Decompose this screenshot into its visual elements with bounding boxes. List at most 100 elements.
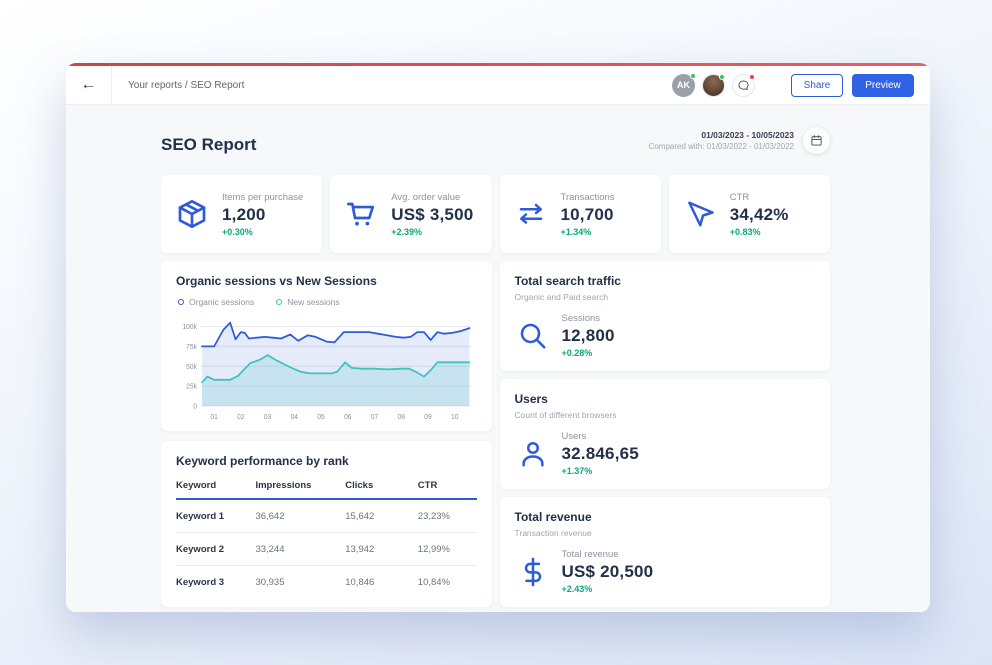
legend-label: New sessions [287, 297, 339, 307]
date-range-block: 01/03/2023 - 10/05/2023 Compared with: 0… [649, 127, 830, 154]
report-content: SEO Report 01/03/2023 - 10/05/2023 Compa… [66, 105, 930, 612]
kpi-label: Items per purchase [222, 192, 303, 203]
kpi-delta: +0.83% [730, 227, 789, 237]
back-button[interactable]: ← [66, 66, 112, 104]
svg-text:25k: 25k [186, 384, 197, 391]
svg-text:01: 01 [210, 414, 218, 421]
kpi-label: CTR [730, 192, 789, 203]
table-title: Keyword performance by rank [176, 454, 477, 468]
date-range: 01/03/2023 - 10/05/2023 [649, 130, 794, 140]
date-compared-with: Compared with: 01/03/2022 - 01/03/2022 [649, 142, 794, 151]
right-column: Total search traffic Organic and Paid se… [500, 261, 831, 607]
report-window: ← Your reports / SEO Report AK Share Pre… [66, 63, 930, 612]
users-card[interactable]: Users Count of different browsers Users … [500, 379, 831, 489]
user-icon [518, 439, 548, 469]
svg-text:07: 07 [371, 414, 379, 421]
kpi-card-items-per-purchase[interactable]: Items per purchase 1,200 +0.30% [161, 175, 322, 253]
metric-title: Total search traffic [515, 274, 816, 288]
preview-button[interactable]: Preview [852, 74, 914, 97]
online-status-dot [690, 73, 696, 79]
legend-dot-organic [178, 299, 184, 305]
user-avatar-ak[interactable]: AK [672, 74, 695, 97]
svg-text:100k: 100k [182, 324, 197, 331]
total-search-traffic-card[interactable]: Total search traffic Organic and Paid se… [500, 261, 831, 371]
topbar: ← Your reports / SEO Report AK Share Pre… [66, 66, 930, 105]
total-revenue-card[interactable]: Total revenue Transaction revenue Total … [500, 497, 831, 607]
user-avatar-photo[interactable] [702, 74, 725, 97]
metric-label: Total revenue [562, 549, 654, 560]
cursor-icon [685, 199, 715, 229]
legend-item-new[interactable]: New sessions [276, 297, 339, 307]
kpi-card-avg-order-value[interactable]: Avg. order value US$ 3,500 +2.39% [330, 175, 491, 253]
metric-delta: +1.37% [562, 466, 639, 476]
svg-text:05: 05 [317, 414, 325, 421]
cell-keyword: Keyword 3 [176, 577, 255, 588]
kpi-card-ctr[interactable]: CTR 34,42% +0.83% [669, 175, 830, 253]
comments-button[interactable] [732, 74, 755, 97]
chart-title: Organic sessions vs New Sessions [176, 274, 477, 288]
col-header-clicks: Clicks [345, 480, 418, 491]
cell-impressions: 33,244 [255, 544, 345, 555]
online-status-dot [719, 74, 725, 80]
svg-text:10: 10 [451, 414, 459, 421]
cell-ctr: 10,84% [418, 577, 477, 588]
kpi-value: 10,700 [561, 205, 615, 225]
page-title: SEO Report [161, 135, 256, 155]
table-row[interactable]: Keyword 1 36,642 15,642 23,23% [176, 500, 477, 533]
cell-clicks: 13,942 [345, 544, 418, 555]
cell-impressions: 36,642 [255, 511, 345, 522]
search-icon [518, 321, 548, 351]
metric-delta: +2.43% [562, 584, 654, 594]
kpi-label: Avg. order value [391, 192, 473, 203]
svg-text:0: 0 [193, 403, 197, 410]
kpi-delta: +1.34% [561, 227, 615, 237]
table-row[interactable]: Keyword 3 30,935 10,846 10,84% [176, 566, 477, 599]
kpi-delta: +0.30% [222, 227, 303, 237]
svg-text:75k: 75k [186, 344, 197, 351]
svg-text:03: 03 [264, 414, 272, 421]
share-button[interactable]: Share [791, 74, 843, 97]
avatar-initials: AK [677, 80, 690, 90]
col-header-keyword: Keyword [176, 480, 255, 491]
metric-value: 32.846,65 [562, 444, 639, 464]
date-range-text: 01/03/2023 - 10/05/2023 Compared with: 0… [649, 130, 794, 151]
kpi-value: 1,200 [222, 205, 303, 225]
calendar-button[interactable] [803, 127, 830, 154]
cell-keyword: Keyword 2 [176, 544, 255, 555]
metric-label: Sessions [562, 313, 615, 324]
svg-text:08: 08 [398, 414, 406, 421]
kpi-value: 34,42% [730, 205, 789, 225]
sessions-chart-card: Organic sessions vs New Sessions Organic… [161, 261, 492, 431]
metric-subtitle: Count of different browsers [515, 410, 816, 420]
cell-ctr: 12,99% [418, 544, 477, 555]
legend-label: Organic sessions [189, 297, 254, 307]
metric-subtitle: Organic and Paid search [515, 292, 816, 302]
keyword-table-card: Keyword performance by rank Keyword Impr… [161, 441, 492, 607]
metric-title: Users [515, 392, 816, 406]
keyword-table: Keyword Impressions Clicks CTR Keyword 1… [176, 480, 477, 599]
table-row[interactable]: Keyword 2 33,244 13,942 12,99% [176, 533, 477, 566]
metric-value: 12,800 [562, 326, 615, 346]
notification-dot [749, 74, 755, 80]
svg-text:50k: 50k [186, 364, 197, 371]
chat-bubble-icon [737, 79, 750, 92]
topbar-actions: AK Share Preview [665, 74, 930, 97]
calendar-icon [810, 134, 823, 147]
kpi-card-transactions[interactable]: Transactions 10,700 +1.34% [500, 175, 661, 253]
left-column: Organic sessions vs New Sessions Organic… [161, 261, 492, 607]
dollar-icon [518, 557, 548, 587]
metric-subtitle: Transaction revenue [515, 528, 816, 538]
sessions-chart[interactable]: 025k50k75k100k01020304050607080910 [176, 309, 477, 423]
table-header-row: Keyword Impressions Clicks CTR [176, 480, 477, 500]
main-grid: Organic sessions vs New Sessions Organic… [161, 261, 830, 607]
kpi-value: US$ 3,500 [391, 205, 473, 225]
svg-text:02: 02 [237, 414, 245, 421]
metric-label: Users [562, 431, 639, 442]
chart-legend: Organic sessions New sessions [178, 297, 477, 307]
metric-value: US$ 20,500 [562, 562, 654, 582]
table-body: Keyword 1 36,642 15,642 23,23% Keyword 2… [176, 500, 477, 599]
col-header-impressions: Impressions [255, 480, 345, 491]
cell-impressions: 30,935 [255, 577, 345, 588]
legend-item-organic[interactable]: Organic sessions [178, 297, 254, 307]
svg-text:09: 09 [424, 414, 432, 421]
